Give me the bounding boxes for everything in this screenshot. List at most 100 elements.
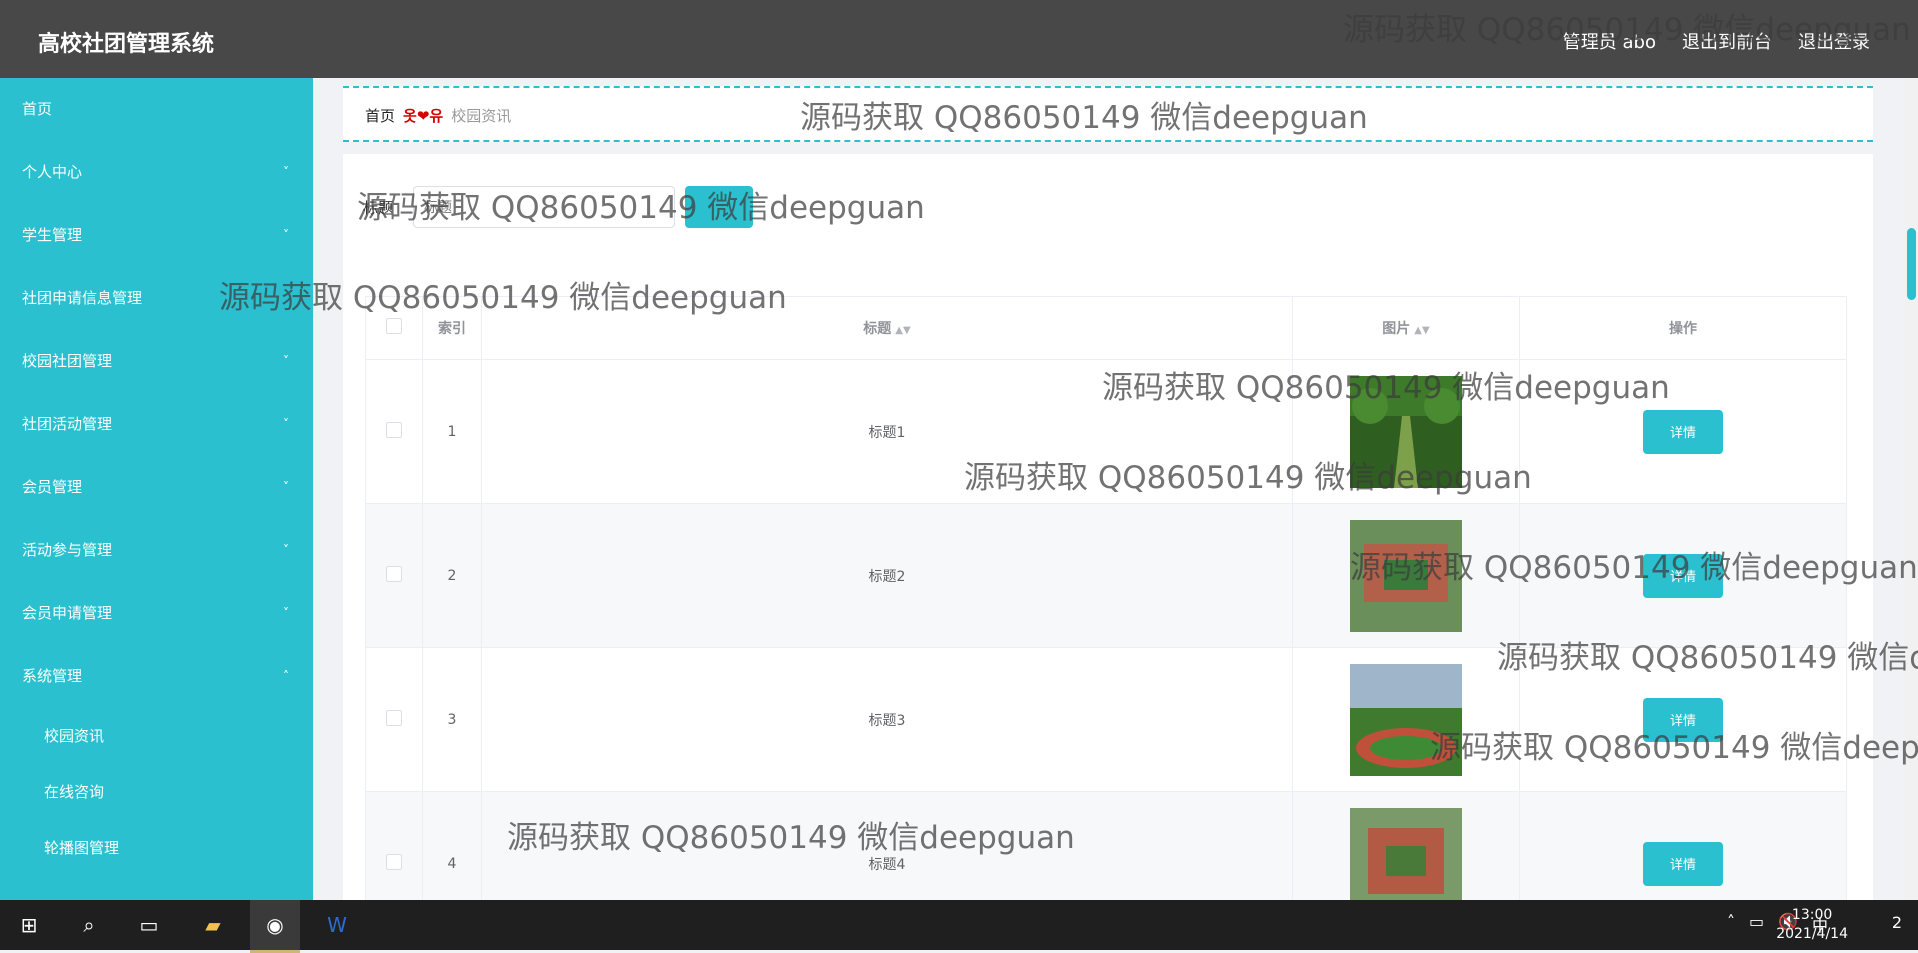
detail-button[interactable]: 详情 (1643, 409, 1723, 454)
detail-button[interactable]: 详情 (1643, 553, 1723, 598)
row-image[interactable] (1350, 663, 1462, 776)
row-select-cell (365, 359, 423, 504)
sidebar-item-label: 首页 (22, 100, 53, 118)
top-bar: 高校社团管理系统 管理员 abo 退出到前台 退出登录 (0, 0, 1918, 78)
row-action-cell: 详情 (1519, 503, 1847, 648)
clock-date: 2021/4/14 (1776, 926, 1848, 942)
column-image-label: 图片 (1382, 321, 1411, 337)
row-select-cell (365, 647, 423, 792)
taskbar: ⊞ ⌕ ▭ ▰ ◉ W ˄ ▭ 🔇 中 13:00 2021/4/14 2 (0, 900, 1918, 953)
row-index: 2 (422, 503, 482, 648)
row-image-cell (1292, 503, 1520, 648)
table-row: 3 标题3 详情 (365, 647, 1847, 792)
table-row: 4 标题4 详情 (365, 791, 1847, 901)
table-row: 2 标题2 详情 (365, 503, 1847, 648)
notification-icon[interactable]: 2 (1892, 913, 1902, 932)
sidebar-subitem-carousel[interactable]: 轮播图管理 (0, 820, 313, 876)
sidebar-item-label: 社团活动管理 (22, 415, 113, 433)
row-image[interactable] (1350, 807, 1462, 901)
row-title: 标题4 (481, 791, 1293, 900)
logout-link[interactable]: 退出登录 (1798, 28, 1870, 54)
breadcrumb-current: 校园资讯 (451, 107, 512, 125)
column-image[interactable]: 图片 ▲▼ (1292, 296, 1520, 360)
breadcrumb: 首页 옷❤유 校园资讯 (343, 86, 1873, 142)
tray-expand-icon[interactable]: ˄ (1727, 912, 1735, 936)
task-view-icon[interactable]: ▭ (124, 900, 174, 950)
column-title[interactable]: 标题 ▲▼ (481, 296, 1293, 360)
row-image-cell (1292, 647, 1520, 792)
chevron-down-icon: ˅ (283, 228, 289, 242)
sidebar-item-home[interactable]: 首页 (0, 78, 313, 141)
sidebar-item-label: 个人中心 (22, 163, 83, 181)
column-title-label: 标题 (863, 321, 892, 337)
sidebar-item-member-applications[interactable]: 会员申请管理 ˅ (0, 582, 313, 645)
row-checkbox[interactable] (386, 565, 402, 582)
news-table: 索引 标题 ▲▼ 图片 ▲▼ 操作 1 标题1 详情 2 标题2 详情 3 标题… (365, 296, 1847, 900)
row-action-cell: 详情 (1519, 791, 1847, 900)
row-checkbox[interactable] (386, 853, 402, 870)
taskbar-clock[interactable]: 13:00 2021/4/14 (1776, 906, 1848, 944)
search-label: 标题 (363, 198, 394, 217)
sidebar-item-label: 会员申请管理 (22, 604, 113, 622)
app-title: 高校社团管理系统 (38, 32, 215, 57)
row-index: 4 (422, 791, 482, 900)
chevron-down-icon: ˅ (283, 543, 289, 557)
search-icon[interactable]: ⌕ (64, 900, 114, 950)
main-content: 首页 옷❤유 校园资讯 标题 索引 标题▲▼ 图片▲▼ 操作 1 标题1 (313, 78, 1905, 900)
row-image[interactable] (1350, 519, 1462, 632)
search-input[interactable] (413, 186, 675, 228)
row-action-cell: 详情 (1519, 359, 1847, 504)
row-checkbox[interactable] (386, 421, 402, 438)
back-to-front-link[interactable]: 退出到前台 (1682, 28, 1772, 54)
column-index-label: 索引 (438, 321, 466, 337)
sidebar-item-campus-clubs[interactable]: 校园社团管理 ˅ (0, 330, 313, 393)
column-action-label: 操作 (1669, 321, 1697, 337)
sidebar-item-student-management[interactable]: 学生管理 ˅ (0, 204, 313, 267)
chevron-down-icon: ˅ (283, 354, 289, 368)
sidebar-subitem-campus-news[interactable]: 校园资讯 (0, 708, 313, 764)
sidebar-item-personal-center[interactable]: 个人中心 ˅ (0, 141, 313, 204)
row-index: 1 (422, 359, 482, 504)
content-panel: 标题 索引 标题▲▼ 图片▲▼ 操作 1 标题1 (343, 154, 1873, 900)
row-image[interactable] (1350, 375, 1462, 488)
row-title: 标题3 (481, 647, 1293, 792)
row-select-cell (365, 503, 423, 648)
sidebar-item-label: 社团申请信息管理 (22, 289, 143, 307)
scrollbar-thumb[interactable] (1907, 228, 1916, 300)
breadcrumb-home[interactable]: 首页 (365, 105, 395, 126)
chrome-icon[interactable]: ◉ (250, 900, 300, 953)
column-index: 索引 (422, 296, 482, 360)
sort-icon[interactable]: ▲▼ (895, 325, 910, 336)
sidebar-item-system-management[interactable]: 系统管理 ˄ (0, 645, 313, 708)
admin-label[interactable]: 管理员 abo (1563, 28, 1656, 54)
sort-icon[interactable]: ▲▼ (1414, 325, 1429, 336)
windows-start-icon[interactable]: ⊞ (4, 900, 54, 950)
row-image-cell (1292, 359, 1520, 504)
network-icon[interactable]: ▭ (1749, 912, 1764, 936)
word-icon[interactable]: W (312, 900, 362, 950)
file-explorer-icon[interactable]: ▰ (188, 900, 238, 950)
sidebar-item-activity-participation[interactable]: 活动参与管理 ˅ (0, 519, 313, 582)
detail-button[interactable]: 详情 (1643, 841, 1723, 886)
detail-button[interactable]: 详情 (1643, 697, 1723, 742)
chevron-down-icon: ˅ (283, 606, 289, 620)
sidebar-item-label: 会员管理 (22, 478, 83, 496)
sidebar: 首页 个人中心 ˅ 学生管理 ˅ 社团申请信息管理 校园社团管理 ˅ 社团活动管理 ˅ … (0, 78, 313, 900)
sidebar-subitem-online-consult[interactable]: 在线咨询 (0, 764, 313, 820)
sidebar-item-label: 校园社团管理 (22, 352, 113, 370)
sidebar-item-label: 活动参与管理 (22, 541, 113, 559)
select-all-checkbox[interactable] (386, 318, 402, 334)
sidebar-item-club-application[interactable]: 社团申请信息管理 (0, 267, 313, 330)
page-scrollbar[interactable] (1905, 78, 1918, 900)
sidebar-item-members[interactable]: 会员管理 ˅ (0, 456, 313, 519)
column-action: 操作 (1519, 296, 1847, 360)
notification-count: 2 (1891, 913, 1902, 932)
select-all-cell (365, 296, 423, 360)
sidebar-item-club-activities[interactable]: 社团活动管理 ˅ (0, 393, 313, 456)
search-button[interactable] (685, 186, 753, 228)
row-checkbox[interactable] (386, 709, 402, 726)
chevron-down-icon: ˅ (283, 480, 289, 494)
top-links: 管理员 abo 退出到前台 退出登录 (1563, 28, 1870, 54)
row-title: 标题1 (481, 359, 1293, 504)
sidebar-item-label: 系统管理 (22, 667, 83, 685)
